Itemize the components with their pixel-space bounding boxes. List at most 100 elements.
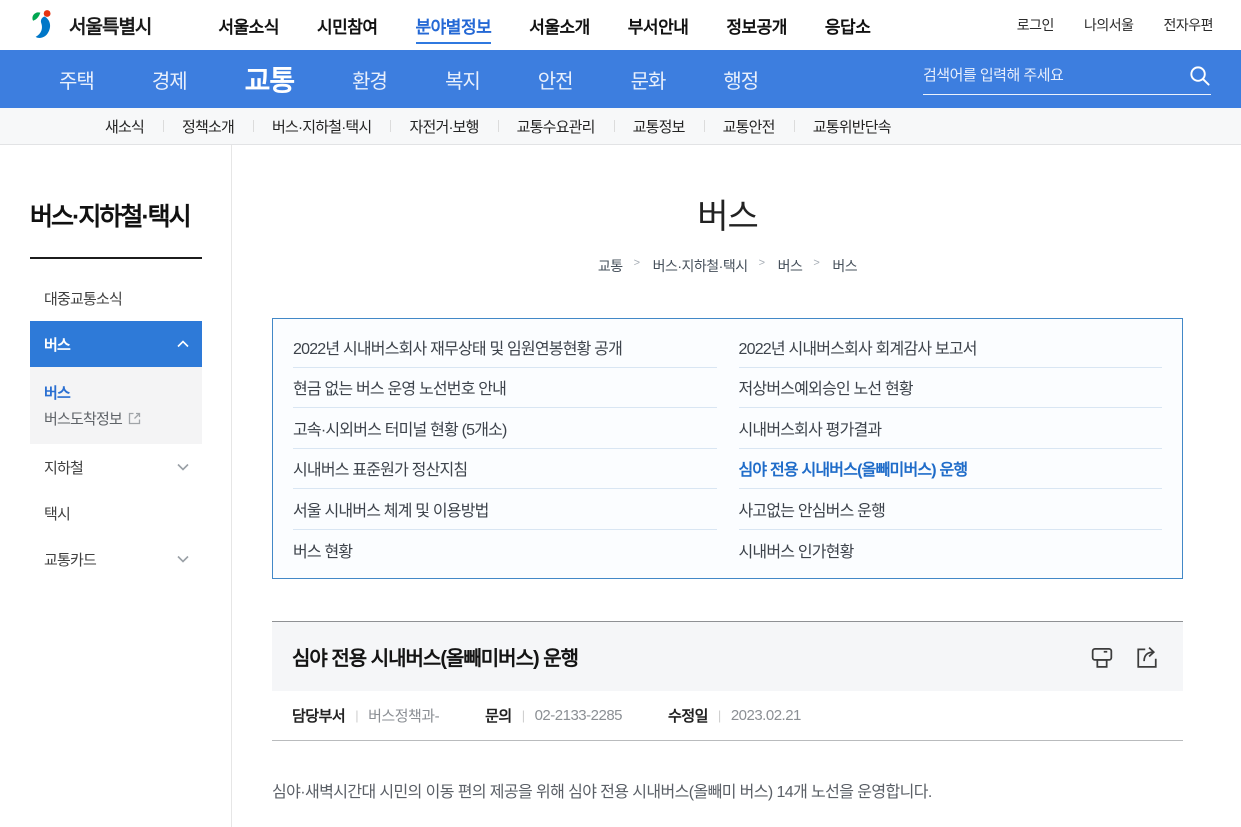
meta-separator: | [355,708,358,723]
subnav-violation-enforcement[interactable]: 교통위반단속 [794,116,910,137]
meta-updated-value: 2023.02.21 [731,707,801,724]
print-button[interactable] [1088,643,1116,671]
transport-subnav: 새소식 정책소개 버스·지하철·택시 자전거·보행 교통수요관리 교통정보 교통… [0,108,1241,145]
sidebar-item-bus-label: 버스 [44,334,70,355]
subnav-bicycle-walking[interactable]: 자전거·보행 [390,116,497,137]
sidebar-subitem-bus-arrival-label: 버스도착정보 [44,408,122,429]
top-nav-response-center[interactable]: 응답소 [806,13,889,38]
sidebar-title: 버스·지하철·택시 [30,197,231,233]
print-icon [1088,643,1116,671]
gnb-transportation[interactable]: 교통 [216,59,324,99]
chevron-down-icon [177,555,189,563]
top-utilities: 로그인 나의서울 전자우편 [1017,15,1213,35]
meta-updated-label: 수정일 [668,705,708,726]
related-links-left-column: 2022년 시내버스회사 재무상태 및 임원연봉현황 공개 현금 없는 버스 운… [293,327,717,570]
content-area: 버스·지하철·택시 대중교통소식 버스 버스 버스도착정보 [0,145,1241,827]
brand-name: 서울특별시 [69,12,151,39]
article-title: 심야 전용 시내버스(올빼미버스) 운행 [292,642,578,671]
external-link-icon [128,412,141,425]
article-tools [1088,643,1161,671]
gnb-administration[interactable]: 행정 [694,65,787,94]
sidebar-subitem-bus-arrival-info[interactable]: 버스도착정보 [44,405,202,431]
link-row[interactable]: 고속·시외버스 터미널 현황 (5개소) [293,408,717,449]
meta-contact-value: 02-2133-2285 [535,707,622,724]
top-nav-info-by-field[interactable]: 분야별정보 [397,13,511,38]
subnav-demand-management[interactable]: 교통수요관리 [498,116,614,137]
top-header: 서울특별시 서울소식 시민참여 분야별정보 서울소개 부서안내 정보공개 응답소… [0,0,1241,50]
page-title: 버스 [272,189,1183,238]
sidebar-item-transport-card-label: 교통카드 [44,549,96,570]
article-header: 심야 전용 시내버스(올빼미버스) 운행 [272,621,1183,691]
link-row[interactable]: 서울 시내버스 체계 및 이용방법 [293,489,717,530]
sidebar-item-bus[interactable]: 버스 [30,321,202,367]
top-nav-info-by-field-label: 분야별정보 [416,18,492,44]
gnb-housing[interactable]: 주택 [30,65,123,94]
breadcrumb: 교통 버스·지하철·택시 버스 버스 [272,256,1183,276]
sidebar-item-taxi-label: 택시 [44,503,70,524]
sidebar-bus-submenu: 버스 버스도착정보 [30,367,202,444]
top-nav-about-seoul[interactable]: 서울소개 [510,13,609,38]
meta-dept-label: 담당부서 [292,705,345,726]
sidebar-divider [30,257,202,259]
search-icon[interactable] [1188,64,1211,87]
sidebar-item-subway-label: 지하철 [44,457,83,478]
meta-contact-label: 문의 [485,705,512,726]
sidebar-menu: 대중교통소식 버스 버스 버스도착정보 [30,275,202,582]
meta-separator: | [522,708,525,723]
gnb-environment[interactable]: 환경 [323,65,416,94]
breadcrumb-transport[interactable]: 교통 [598,256,623,276]
top-nav-seoul-news[interactable]: 서울소식 [199,13,298,38]
article-body-text: 심야·새벽시간대 시민의 이동 편의 제공을 위해 심야 전용 시내버스(올빼미… [272,781,1183,805]
top-nav-info-disclosure[interactable]: 정보공개 [707,13,806,38]
link-row[interactable]: 저상버스예외승인 노선 현황 [739,368,1163,409]
article-meta: 담당부서 | 버스정책과- 문의 | 02-2133-2285 수정일 | 20… [272,691,1183,741]
subnav-traffic-info[interactable]: 교통정보 [614,116,704,137]
email-link[interactable]: 전자우편 [1163,15,1213,35]
sidebar-subitem-bus-label: 버스 [44,382,70,403]
link-row[interactable]: 2022년 시내버스회사 회계감사 보고서 [739,327,1163,368]
seoul-logo[interactable]: 서울특별시 [28,8,151,42]
main-category-nav: 주택 경제 교통 환경 복지 안전 문화 행정 [0,50,1241,108]
meta-separator: | [718,708,721,723]
link-row[interactable]: 버스 현황 [293,530,717,571]
sidebar-item-subway[interactable]: 지하철 [30,444,202,490]
breadcrumb-bus[interactable]: 버스 [778,256,803,276]
subnav-policy[interactable]: 정책소개 [163,116,253,137]
link-row[interactable]: 시내버스 표준원가 정산지침 [293,449,717,490]
meta-dept-value: 버스정책과- [368,705,439,726]
sidebar-item-transport-card[interactable]: 교통카드 [30,536,202,582]
login-link[interactable]: 로그인 [1017,15,1054,35]
related-links-right-column: 2022년 시내버스회사 회계감사 보고서 저상버스예외승인 노선 현황 시내버… [739,327,1163,570]
gnb-culture[interactable]: 문화 [602,65,695,94]
gnb-safety[interactable]: 안전 [509,65,602,94]
search-input[interactable] [923,67,1188,84]
top-nav-citizen-participation[interactable]: 시민참여 [298,13,397,38]
breadcrumb-bus-page[interactable]: 버스 [832,256,857,276]
link-row[interactable]: 사고없는 안심버스 운행 [739,489,1163,530]
share-button[interactable] [1133,643,1161,671]
link-row[interactable]: 시내버스회사 평가결과 [739,408,1163,449]
sidebar-subitem-bus[interactable]: 버스 [44,379,202,405]
breadcrumb-bus-subway-taxi[interactable]: 버스·지하철·택시 [653,256,748,276]
sidebar-item-transit-news-label: 대중교통소식 [44,288,122,309]
subnav-bus-subway-taxi[interactable]: 버스·지하철·택시 [253,116,390,137]
gnb-economy[interactable]: 경제 [123,65,216,94]
related-links-box: 2022년 시내버스회사 재무상태 및 임원연봉현황 공개 현금 없는 버스 운… [272,318,1183,579]
subnav-news[interactable]: 새소식 [86,116,163,137]
link-row-active-night-bus[interactable]: 심야 전용 시내버스(올빼미버스) 운행 [739,449,1163,490]
share-icon [1133,643,1161,671]
top-nav: 서울소식 시민참여 분야별정보 서울소개 부서안내 정보공개 응답소 [199,13,889,38]
gnb-welfare[interactable]: 복지 [416,65,509,94]
sidebar: 버스·지하철·택시 대중교통소식 버스 버스 버스도착정보 [0,145,232,827]
chevron-down-icon [177,463,189,471]
sidebar-item-taxi[interactable]: 택시 [30,490,202,536]
sidebar-item-transit-news[interactable]: 대중교통소식 [30,275,202,321]
seoul-logo-icon [28,8,62,42]
top-nav-departments[interactable]: 부서안내 [609,13,708,38]
subnav-traffic-safety[interactable]: 교통안전 [704,116,794,137]
link-row[interactable]: 현금 없는 버스 운영 노선번호 안내 [293,368,717,409]
link-row[interactable]: 시내버스 인가현황 [739,530,1163,571]
chevron-up-icon [177,340,189,348]
my-seoul-link[interactable]: 나의서울 [1084,15,1134,35]
link-row[interactable]: 2022년 시내버스회사 재무상태 및 임원연봉현황 공개 [293,327,717,368]
